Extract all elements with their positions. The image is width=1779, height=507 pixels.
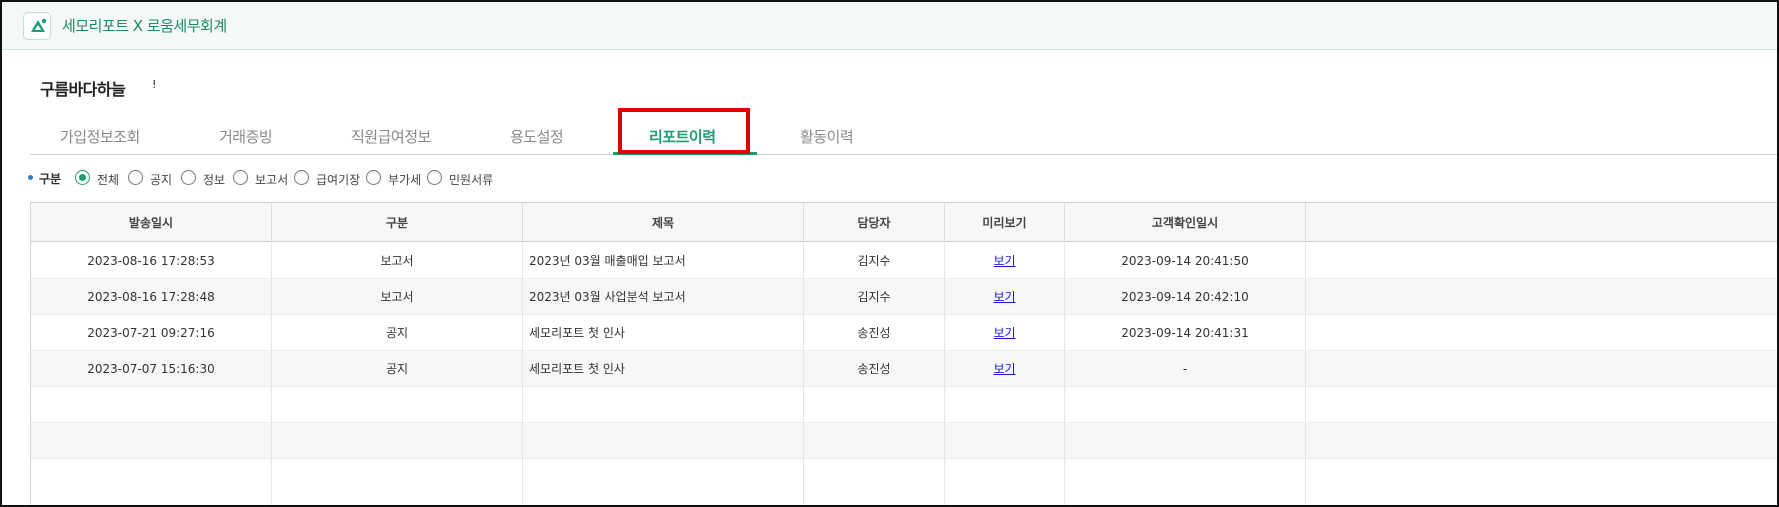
cell-category: 공지 <box>272 351 523 386</box>
cell-empty <box>523 459 804 505</box>
cell-empty <box>1065 387 1306 422</box>
radio-label: 급여기장 <box>316 173 361 187</box>
tab-employee-payroll[interactable]: 직원급여정보 <box>351 126 431 147</box>
cell-manager: 김지수 <box>804 243 945 278</box>
table-row[interactable]: 2023-07-07 15:16:30 공지 세모리포트 첫 인사 송진성 보기… <box>31 351 1777 387</box>
cell-empty <box>804 423 945 458</box>
cell-manager: 송진성 <box>804 351 945 386</box>
radio-label: 보고서 <box>255 173 289 187</box>
preview-link[interactable]: 보기 <box>993 288 1015 305</box>
report-history-table: 발송일시 구분 제목 담당자 미리보기 고객확인일시 2023-08-16 17… <box>30 202 1777 505</box>
radio-label: 전체 <box>97 173 120 187</box>
table-row[interactable]: 2023-07-21 09:27:16 공지 세모리포트 첫 인사 송진성 보기… <box>31 315 1777 351</box>
tab-bar: 가입정보조회 거래증빙 직원급여정보 용도설정 리포트이력 활동이력 <box>30 114 1777 155</box>
tab-transaction-evidence[interactable]: 거래증빙 <box>219 126 273 147</box>
cell-empty <box>31 459 272 505</box>
radio-circle-icon[interactable] <box>75 170 90 185</box>
radio-circle-icon[interactable] <box>233 170 248 185</box>
cell-empty <box>272 423 523 458</box>
cell-sent-at: 2023-08-16 17:28:53 <box>31 243 272 278</box>
cell-empty <box>272 459 523 505</box>
cell-category: 보고서 <box>272 243 523 278</box>
cell-confirmed-at: 2023-09-14 20:41:50 <box>1065 243 1306 278</box>
cell-empty <box>1306 351 1777 386</box>
radio-circle-icon[interactable] <box>181 170 196 185</box>
cell-empty <box>804 459 945 505</box>
cell-empty <box>945 423 1065 458</box>
cell-empty <box>523 423 804 458</box>
radio-circle-icon[interactable] <box>366 170 381 185</box>
cell-empty <box>1306 387 1777 422</box>
cell-empty <box>1306 423 1777 458</box>
cell-title: 2023년 03월 매출매입 보고서 <box>523 243 804 278</box>
highlight-box <box>618 108 750 154</box>
cell-preview: 보기 <box>945 279 1065 314</box>
cell-empty <box>945 459 1065 505</box>
cell-empty <box>1306 279 1777 314</box>
cell-empty <box>31 423 272 458</box>
cell-empty <box>1065 459 1306 505</box>
empty-row <box>31 387 1777 423</box>
preview-link[interactable]: 보기 <box>993 360 1015 377</box>
cell-sent-at: 2023-08-16 17:28:48 <box>31 279 272 314</box>
cell-empty <box>31 387 272 422</box>
bullet-icon <box>28 175 33 180</box>
radio-label: 정보 <box>203 173 226 187</box>
app-title: 세모리포트 X 로움세무회계 <box>62 17 227 35</box>
table-header: 발송일시 구분 제목 담당자 미리보기 고객확인일시 <box>31 203 1777 242</box>
cell-title: 세모리포트 첫 인사 <box>523 351 804 386</box>
cell-category: 보고서 <box>272 279 523 314</box>
cell-manager: 김지수 <box>804 279 945 314</box>
column-header-sent-at[interactable]: 발송일시 <box>31 203 272 241</box>
empty-row <box>31 423 1777 459</box>
column-header-category[interactable]: 구분 <box>272 203 523 241</box>
cell-confirmed-at: - <box>1065 351 1306 386</box>
app-window: 세모리포트 X 로움세무회계 구름바다하늘 ! 가입정보조회 거래증빙 직원급여… <box>0 0 1779 507</box>
semo-logo-icon[interactable] <box>23 12 51 40</box>
cell-empty <box>523 387 804 422</box>
cell-category: 공지 <box>272 315 523 350</box>
radio-circle-icon[interactable] <box>427 170 442 185</box>
tab-activity-history[interactable]: 활동이력 <box>800 126 854 147</box>
tab-member-info[interactable]: 가입정보조회 <box>60 126 140 147</box>
top-bar: 세모리포트 X 로움세무회계 <box>2 2 1777 50</box>
radio-circle-icon[interactable] <box>128 170 143 185</box>
column-header-empty <box>1306 203 1777 241</box>
cell-manager: 송진성 <box>804 315 945 350</box>
cell-title: 2023년 03월 사업분석 보고서 <box>523 279 804 314</box>
cell-empty <box>1306 315 1777 350</box>
cell-empty <box>1065 423 1306 458</box>
preview-link[interactable]: 보기 <box>993 252 1015 269</box>
cell-preview: 보기 <box>945 351 1065 386</box>
cell-empty <box>272 387 523 422</box>
cell-title: 세모리포트 첫 인사 <box>523 315 804 350</box>
cell-sent-at: 2023-07-21 09:27:16 <box>31 315 272 350</box>
radio-circle-icon[interactable] <box>294 170 309 185</box>
radio-label: 공지 <box>150 173 173 187</box>
cell-sent-at: 2023-07-07 15:16:30 <box>31 351 272 386</box>
cell-empty <box>1306 243 1777 278</box>
cell-preview: 보기 <box>945 243 1065 278</box>
company-name: 구름바다하늘 <box>40 80 126 99</box>
cell-empty <box>1306 459 1777 505</box>
cell-confirmed-at: 2023-09-14 20:41:31 <box>1065 315 1306 350</box>
cell-empty <box>945 387 1065 422</box>
table-row[interactable]: 2023-08-16 17:28:48 보고서 2023년 03월 사업분석 보… <box>31 279 1777 315</box>
radio-label: 민원서류 <box>449 173 494 187</box>
column-header-manager[interactable]: 담당자 <box>804 203 945 241</box>
cell-empty <box>804 387 945 422</box>
column-header-title[interactable]: 제목 <box>523 203 804 241</box>
empty-row <box>31 459 1777 505</box>
column-header-preview[interactable]: 미리보기 <box>945 203 1065 241</box>
table-row[interactable]: 2023-08-16 17:28:53 보고서 2023년 03월 매출매입 보… <box>31 243 1777 279</box>
filter-label: 구분 <box>39 172 62 186</box>
tab-usage-settings[interactable]: 용도설정 <box>510 126 564 147</box>
preview-link[interactable]: 보기 <box>993 324 1015 341</box>
company-mark: ! <box>152 78 157 91</box>
radio-label: 부가세 <box>388 173 422 187</box>
column-header-confirmed-at[interactable]: 고객확인일시 <box>1065 203 1306 241</box>
cell-preview: 보기 <box>945 315 1065 350</box>
cell-confirmed-at: 2023-09-14 20:42:10 <box>1065 279 1306 314</box>
